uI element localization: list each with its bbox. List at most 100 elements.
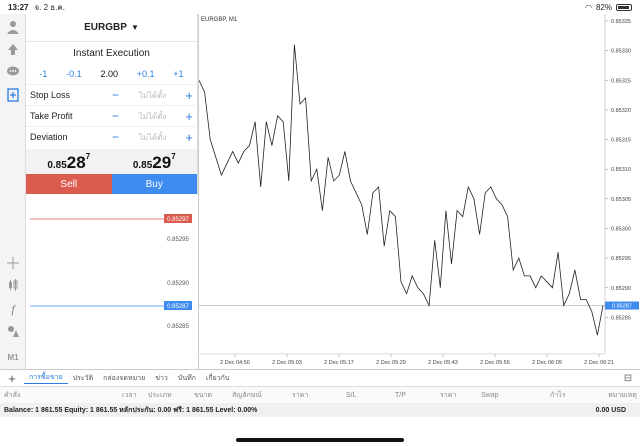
deviation-plus[interactable]: +: [179, 130, 193, 145]
add-icon[interactable]: +: [0, 371, 24, 386]
stop-loss-plus[interactable]: +: [179, 88, 193, 103]
symbol-selector[interactable]: EURGBP ▼: [26, 14, 197, 42]
order-panel: EURGBP ▼ Instant Execution -1 -0.1 2.00 …: [26, 14, 198, 195]
volume-minus-01[interactable]: -0.1: [66, 69, 82, 79]
chat-icon[interactable]: [4, 63, 22, 81]
y-tick-label: 0.85310: [611, 167, 631, 173]
price-chart-svg: EURGBP, M1 0.85335 0.85330 0.85325 0.85320 0…: [198, 14, 639, 366]
y-tick-label: 0.85285: [611, 315, 631, 321]
battery-icon: [616, 3, 632, 11]
col-type: ประเภท: [148, 391, 172, 399]
timeframe-button[interactable]: M1: [4, 348, 22, 366]
date: จ. 2 ธ.ค.: [34, 2, 65, 12]
execution-type[interactable]: Instant Execution: [26, 42, 197, 64]
left-toolbar: f M1: [0, 14, 26, 369]
buy-price: 0.85 29 7: [132, 152, 176, 172]
x-tick-label: 2 Dec 04:50: [220, 360, 250, 366]
x-tick-label: 2 Dec 06:21: [584, 360, 614, 366]
x-tick-label: 2 Dec 05:17: [324, 360, 354, 366]
tab-history[interactable]: ประวัติ: [68, 373, 98, 384]
take-profit-label: Take Profit: [30, 111, 73, 121]
col-size: ขนาด: [194, 391, 213, 399]
y-tick-label: 0.85305: [611, 197, 631, 203]
tab-news[interactable]: ข่าว: [150, 373, 173, 384]
col-price-current: ราคา: [440, 391, 457, 399]
y-tick-label: 0.85330: [611, 49, 631, 55]
ask-tag: 0.85297: [167, 217, 189, 223]
clock: 13:27: [8, 2, 29, 12]
y-tick-label: 0.85295: [611, 256, 631, 262]
y-tick-label: 0.85300: [611, 226, 631, 232]
col-price: ราคา: [292, 391, 309, 399]
new-order-icon[interactable]: [4, 86, 22, 104]
mini-price-chart: 0.85297 0.85295 0.85290 0.85287 0.85285: [30, 214, 192, 330]
volume-plus-1[interactable]: +1: [173, 69, 183, 79]
x-tick-label: 2 Dec 06:09: [532, 360, 562, 366]
volume-plus-01[interactable]: +0.1: [137, 69, 155, 79]
col-order: คำสั่ง: [4, 391, 21, 399]
sell-button[interactable]: Sell: [26, 174, 112, 194]
tab-about[interactable]: เกี่ยวกับ: [201, 373, 234, 384]
tab-journal[interactable]: บันทึก: [173, 373, 201, 384]
bid-tag: 0.85287: [167, 304, 189, 310]
stop-loss-minus[interactable]: −: [112, 88, 126, 102]
volume-row: -1 -0.1 2.00 +0.1 +1: [26, 64, 197, 84]
col-time: เวลา: [122, 391, 137, 399]
balance-row: Balance: 1 861.55 Equity: 1 861.55 หลักป…: [0, 403, 640, 417]
volume-minus-1[interactable]: -1: [39, 69, 47, 79]
candles-icon[interactable]: [4, 276, 22, 294]
col-comment: หมายเหตุ: [608, 391, 637, 399]
mini-level: 0.85295: [167, 237, 189, 243]
stop-loss-label: Stop Loss: [30, 90, 71, 100]
deviation-input[interactable]: ไม่ได้ตั้ง: [126, 131, 179, 144]
y-tick-label: 0.85315: [611, 138, 631, 144]
col-profit: กำไร: [550, 391, 566, 399]
take-profit-input[interactable]: ไม่ได้ตั้ง: [126, 110, 179, 123]
price-chart[interactable]: EURGBP, M1 0.85335 0.85330 0.85325 0.85320 0…: [198, 14, 640, 369]
take-profit-minus[interactable]: −: [112, 109, 126, 123]
chart-bid-tag: 0.85287: [612, 304, 632, 310]
table-header: คำสั่ง เวลา ประเภท ขนาด สัญลักษณ์ ราคา S…: [0, 387, 640, 403]
objects-icon[interactable]: [4, 322, 22, 340]
y-tick-label: 0.85335: [611, 19, 631, 25]
take-profit-row: Take Profit − ไม่ได้ตั้ง +: [26, 105, 197, 126]
exchange-icon[interactable]: [4, 40, 22, 58]
deviation-minus[interactable]: −: [112, 130, 126, 144]
wifi-icon: ◠: [585, 2, 592, 12]
x-tick-label: 2 Dec 05:56: [480, 360, 510, 366]
deviation-row: Deviation − ไม่ได้ตั้ง +: [26, 126, 197, 147]
home-indicator: [236, 438, 404, 442]
buy-button[interactable]: Buy: [111, 174, 197, 194]
stop-loss-input[interactable]: ไม่ได้ตั้ง: [126, 89, 179, 102]
caret-down-icon: ▼: [130, 23, 139, 32]
col-sl: S/L: [346, 391, 357, 399]
deviation-label: Deviation: [30, 132, 68, 142]
balance-text: Balance: 1 861.55 Equity: 1 861.55 หลักป…: [4, 406, 258, 414]
tab-trade[interactable]: การซื้อขาย: [24, 372, 68, 384]
tab-mailbox[interactable]: กล่องจดหมาย: [98, 373, 150, 384]
sell-price: 0.85 28 7: [47, 152, 91, 172]
volume-value[interactable]: 2.00: [100, 69, 118, 79]
col-symbol: สัญลักษณ์: [232, 391, 262, 399]
layout-settings-icon[interactable]: ⊟: [616, 373, 640, 384]
battery-percent: 82%: [595, 2, 612, 12]
price-series-line: [198, 44, 604, 336]
chart-title: EURGBP, M1: [201, 17, 238, 23]
x-tick-label: 2 Dec 05:29: [376, 360, 406, 366]
status-bar: 13:27 จ. 2 ธ.ค. ◠ 82%: [0, 0, 640, 14]
x-tick-label: 2 Dec 05:03: [272, 360, 302, 366]
mini-level: 0.85285: [167, 324, 189, 330]
symbol-label: EURGBP: [84, 22, 127, 33]
y-tick-label: 0.85320: [611, 108, 631, 114]
crosshair-icon[interactable]: [4, 254, 22, 272]
y-tick-label: 0.85325: [611, 78, 631, 84]
user-icon[interactable]: [4, 18, 22, 36]
terminal-tabs: + การซื้อขาย ประวัติ กล่องจดหมาย ข่าว บั…: [0, 369, 640, 387]
take-profit-plus[interactable]: +: [179, 109, 193, 124]
x-tick-label: 2 Dec 05:43: [428, 360, 458, 366]
profit-total: 0.00 USD: [595, 406, 626, 414]
function-icon[interactable]: f: [4, 300, 22, 318]
price-display: 0.85 28 7 0.85 29 7: [26, 149, 197, 174]
y-tick-label: 0.85290: [611, 286, 631, 292]
stop-loss-row: Stop Loss − ไม่ได้ตั้ง +: [26, 84, 197, 105]
